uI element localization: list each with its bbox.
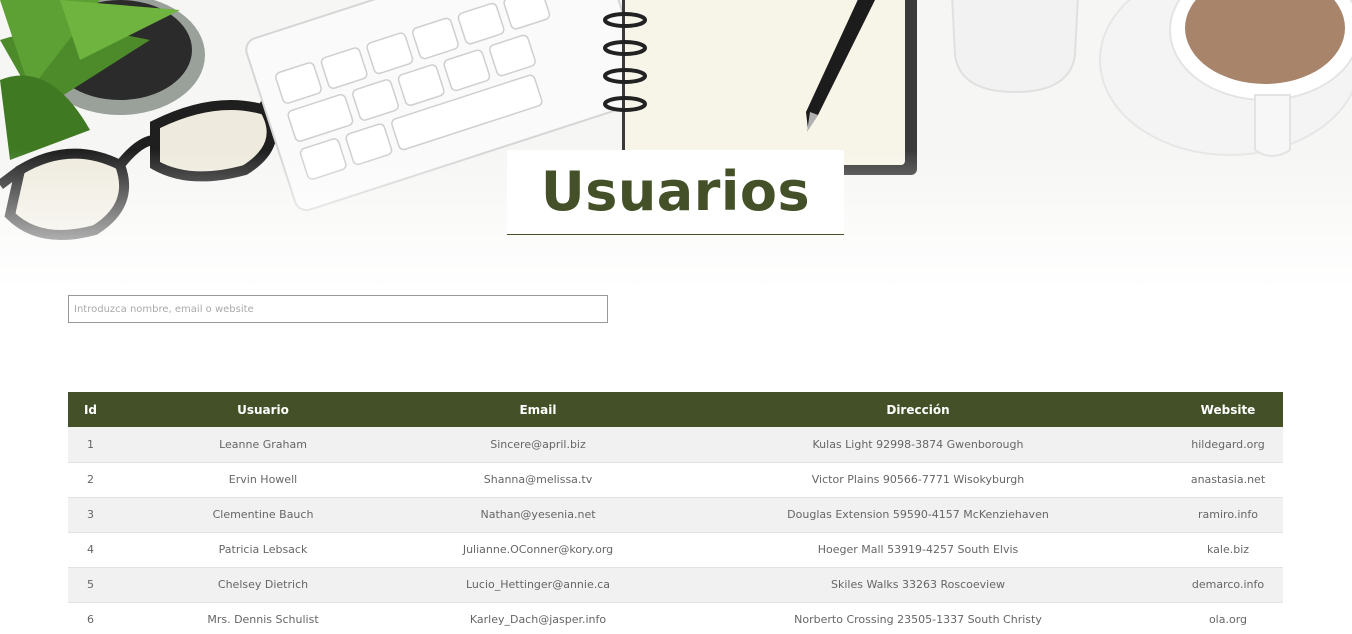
table-row[interactable]: 1 Leanne Graham Sincere@april.biz Kulas … [68, 427, 1283, 462]
cell-id: 4 [87, 543, 94, 556]
cell-address: Kulas Light 92998-3874 Gwenborough [812, 437, 1024, 451]
cell-user: Ervin Howell [228, 473, 298, 486]
table-row[interactable]: 4 Patricia Lebsack Julianne.OConner@kory… [68, 532, 1283, 567]
cell-user: Chelsey Dietrich [217, 578, 309, 591]
cell-address: Hoeger Mall 53919-4257 South Elvis [817, 543, 1019, 556]
cell-address: Norberto Crossing 23505-1337 South Chris… [794, 613, 1042, 626]
cell-address: Skiles Walks 33263 Roscoeview [830, 578, 1005, 591]
cell-id: 6 [87, 613, 94, 626]
table-row[interactable]: 2 Ervin Howell Shanna@melissa.tv Victor … [68, 462, 1283, 497]
users-table: Id Usuario Email Dirección Website 1 Lea… [68, 392, 1283, 634]
table-header-row: Id Usuario Email Dirección Website [68, 392, 1283, 427]
column-header-address[interactable]: Dirección [663, 392, 1173, 427]
cell-id: 1 [87, 437, 94, 451]
cell-website: anastasia.net [1190, 473, 1266, 486]
cell-email: Lucio_Hettinger@annie.ca [466, 578, 610, 591]
cell-email: Shanna@melissa.tv [483, 473, 593, 486]
column-header-website[interactable]: Website [1173, 392, 1283, 427]
cell-email: Nathan@yesenia.net [480, 508, 596, 521]
cell-email: Karley_Dach@jasper.info [469, 613, 607, 626]
column-header-email[interactable]: Email [413, 392, 663, 427]
cell-id: 5 [87, 578, 94, 591]
cell-user: Mrs. Dennis Schulist [207, 613, 319, 626]
cell-address: Victor Plains 90566-7771 Wisokyburgh [811, 473, 1025, 486]
table-row[interactable]: 3 Clementine Bauch Nathan@yesenia.net Do… [68, 497, 1283, 532]
search-input[interactable] [68, 295, 608, 323]
page-title-box: Usuarios [507, 150, 844, 235]
cell-user: Leanne Graham [219, 437, 307, 451]
cell-website: ramiro.info [1198, 508, 1258, 521]
cell-user: Clementine Bauch [212, 508, 314, 521]
mouse-icon [951, 0, 1079, 94]
table-row[interactable]: 5 Chelsey Dietrich Lucio_Hettinger@annie… [68, 567, 1283, 602]
cell-id: 2 [87, 473, 94, 486]
page-title: Usuarios [540, 160, 811, 223]
notebook-icon [603, 0, 917, 175]
cell-website: hildegard.org [1191, 437, 1265, 451]
cell-website: ola.org [1208, 613, 1248, 626]
cell-id: 3 [87, 508, 94, 521]
cell-email: Sincere@april.biz [490, 437, 586, 451]
column-header-id[interactable]: Id [68, 392, 113, 427]
cell-email: Julianne.OConner@kory.org [462, 543, 614, 556]
cell-address: Douglas Extension 59590-4157 McKenziehav… [787, 508, 1049, 521]
column-header-user[interactable]: Usuario [113, 392, 413, 427]
cell-website: kale.biz [1206, 543, 1250, 556]
table-row[interactable]: 6 Mrs. Dennis Schulist Karley_Dach@jaspe… [68, 602, 1283, 634]
hero-banner [0, 0, 1352, 290]
cell-website: demarco.info [1191, 578, 1265, 591]
cell-user: Patricia Lebsack [218, 543, 308, 556]
desk-illustration [0, 0, 1352, 290]
